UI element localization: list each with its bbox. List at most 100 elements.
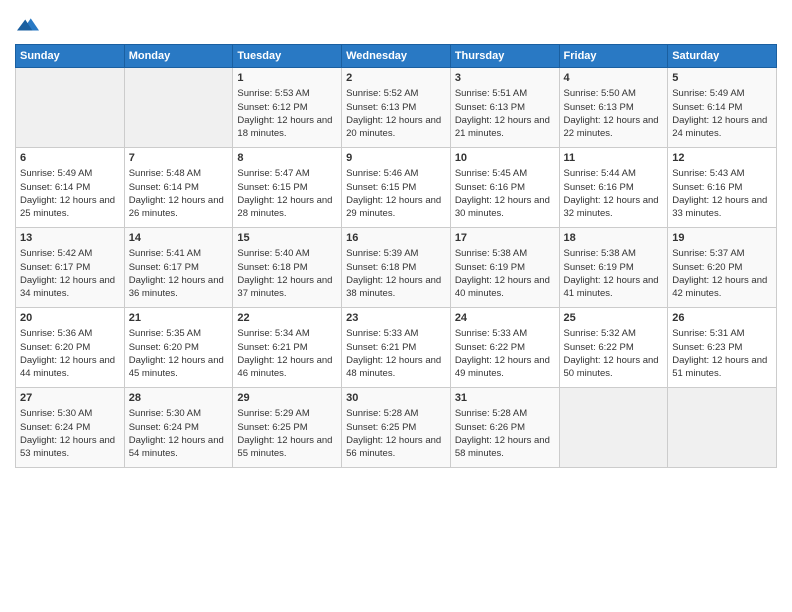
cell-content-line: Sunrise: 5:37 AM [672, 247, 772, 260]
cell-content-line: Sunrise: 5:28 AM [346, 407, 446, 420]
day-number: 2 [346, 71, 446, 86]
cell-content-line: Sunrise: 5:35 AM [129, 327, 229, 340]
cell-content-line: Daylight: 12 hours and 44 minutes. [20, 354, 120, 381]
weekday-header-saturday: Saturday [668, 45, 777, 68]
cell-content-line: Sunset: 6:14 PM [129, 181, 229, 194]
day-number: 19 [672, 231, 772, 246]
cell-content-line: Daylight: 12 hours and 21 minutes. [455, 114, 555, 141]
calendar-cell: 10Sunrise: 5:45 AMSunset: 6:16 PMDayligh… [450, 148, 559, 228]
cell-content-line: Daylight: 12 hours and 49 minutes. [455, 354, 555, 381]
cell-content-line: Sunrise: 5:32 AM [564, 327, 664, 340]
cell-content-line: Daylight: 12 hours and 28 minutes. [237, 194, 337, 221]
cell-content-line: Sunrise: 5:29 AM [237, 407, 337, 420]
calendar-cell: 22Sunrise: 5:34 AMSunset: 6:21 PMDayligh… [233, 308, 342, 388]
weekday-header-friday: Friday [559, 45, 668, 68]
calendar-cell: 28Sunrise: 5:30 AMSunset: 6:24 PMDayligh… [124, 388, 233, 468]
cell-content-line: Sunrise: 5:51 AM [455, 87, 555, 100]
cell-content-line: Daylight: 12 hours and 58 minutes. [455, 434, 555, 461]
cell-content-line: Sunset: 6:26 PM [455, 421, 555, 434]
cell-content-line: Sunset: 6:14 PM [20, 181, 120, 194]
cell-content-line: Sunset: 6:20 PM [129, 341, 229, 354]
header [15, 10, 777, 36]
week-row-2: 6Sunrise: 5:49 AMSunset: 6:14 PMDaylight… [16, 148, 777, 228]
calendar-cell [559, 388, 668, 468]
cell-content-line: Sunset: 6:21 PM [346, 341, 446, 354]
cell-content-line: Daylight: 12 hours and 18 minutes. [237, 114, 337, 141]
day-number: 30 [346, 391, 446, 406]
week-row-4: 20Sunrise: 5:36 AMSunset: 6:20 PMDayligh… [16, 308, 777, 388]
logo [15, 14, 39, 36]
calendar-cell: 7Sunrise: 5:48 AMSunset: 6:14 PMDaylight… [124, 148, 233, 228]
cell-content-line: Sunset: 6:18 PM [237, 261, 337, 274]
calendar-cell: 30Sunrise: 5:28 AMSunset: 6:25 PMDayligh… [342, 388, 451, 468]
calendar-table: SundayMondayTuesdayWednesdayThursdayFrid… [15, 44, 777, 468]
cell-content-line: Daylight: 12 hours and 40 minutes. [455, 274, 555, 301]
day-number: 16 [346, 231, 446, 246]
cell-content-line: Sunrise: 5:33 AM [455, 327, 555, 340]
cell-content-line: Daylight: 12 hours and 56 minutes. [346, 434, 446, 461]
day-number: 24 [455, 311, 555, 326]
page: SundayMondayTuesdayWednesdayThursdayFrid… [0, 0, 792, 612]
day-number: 22 [237, 311, 337, 326]
cell-content-line: Daylight: 12 hours and 30 minutes. [455, 194, 555, 221]
cell-content-line: Sunrise: 5:49 AM [672, 87, 772, 100]
cell-content-line: Daylight: 12 hours and 20 minutes. [346, 114, 446, 141]
cell-content-line: Daylight: 12 hours and 37 minutes. [237, 274, 337, 301]
day-number: 3 [455, 71, 555, 86]
week-row-1: 1Sunrise: 5:53 AMSunset: 6:12 PMDaylight… [16, 68, 777, 148]
cell-content-line: Sunrise: 5:49 AM [20, 167, 120, 180]
calendar-cell: 11Sunrise: 5:44 AMSunset: 6:16 PMDayligh… [559, 148, 668, 228]
weekday-header-row: SundayMondayTuesdayWednesdayThursdayFrid… [16, 45, 777, 68]
calendar-cell: 4Sunrise: 5:50 AMSunset: 6:13 PMDaylight… [559, 68, 668, 148]
calendar-cell: 24Sunrise: 5:33 AMSunset: 6:22 PMDayligh… [450, 308, 559, 388]
day-number: 20 [20, 311, 120, 326]
weekday-header-wednesday: Wednesday [342, 45, 451, 68]
calendar-cell: 25Sunrise: 5:32 AMSunset: 6:22 PMDayligh… [559, 308, 668, 388]
cell-content-line: Sunset: 6:13 PM [346, 101, 446, 114]
cell-content-line: Sunset: 6:18 PM [346, 261, 446, 274]
cell-content-line: Sunset: 6:17 PM [129, 261, 229, 274]
logo-icon [17, 14, 39, 36]
cell-content-line: Sunrise: 5:34 AM [237, 327, 337, 340]
calendar-cell: 12Sunrise: 5:43 AMSunset: 6:16 PMDayligh… [668, 148, 777, 228]
calendar-cell: 9Sunrise: 5:46 AMSunset: 6:15 PMDaylight… [342, 148, 451, 228]
day-number: 8 [237, 151, 337, 166]
cell-content-line: Daylight: 12 hours and 48 minutes. [346, 354, 446, 381]
weekday-header-tuesday: Tuesday [233, 45, 342, 68]
cell-content-line: Sunset: 6:15 PM [237, 181, 337, 194]
cell-content-line: Daylight: 12 hours and 24 minutes. [672, 114, 772, 141]
logo-text [15, 14, 39, 36]
calendar-cell: 27Sunrise: 5:30 AMSunset: 6:24 PMDayligh… [16, 388, 125, 468]
cell-content-line: Sunset: 6:22 PM [455, 341, 555, 354]
cell-content-line: Sunrise: 5:33 AM [346, 327, 446, 340]
cell-content-line: Sunrise: 5:46 AM [346, 167, 446, 180]
cell-content-line: Sunrise: 5:48 AM [129, 167, 229, 180]
calendar-cell: 8Sunrise: 5:47 AMSunset: 6:15 PMDaylight… [233, 148, 342, 228]
day-number: 27 [20, 391, 120, 406]
day-number: 26 [672, 311, 772, 326]
cell-content-line: Sunrise: 5:38 AM [455, 247, 555, 260]
cell-content-line: Sunset: 6:22 PM [564, 341, 664, 354]
week-row-5: 27Sunrise: 5:30 AMSunset: 6:24 PMDayligh… [16, 388, 777, 468]
weekday-header-sunday: Sunday [16, 45, 125, 68]
cell-content-line: Sunrise: 5:31 AM [672, 327, 772, 340]
cell-content-line: Sunrise: 5:40 AM [237, 247, 337, 260]
cell-content-line: Sunrise: 5:45 AM [455, 167, 555, 180]
cell-content-line: Sunrise: 5:41 AM [129, 247, 229, 260]
cell-content-line: Daylight: 12 hours and 33 minutes. [672, 194, 772, 221]
weekday-header-thursday: Thursday [450, 45, 559, 68]
cell-content-line: Sunset: 6:24 PM [129, 421, 229, 434]
day-number: 11 [564, 151, 664, 166]
cell-content-line: Daylight: 12 hours and 38 minutes. [346, 274, 446, 301]
calendar-cell: 15Sunrise: 5:40 AMSunset: 6:18 PMDayligh… [233, 228, 342, 308]
day-number: 25 [564, 311, 664, 326]
cell-content-line: Daylight: 12 hours and 51 minutes. [672, 354, 772, 381]
week-row-3: 13Sunrise: 5:42 AMSunset: 6:17 PMDayligh… [16, 228, 777, 308]
day-number: 13 [20, 231, 120, 246]
cell-content-line: Sunrise: 5:28 AM [455, 407, 555, 420]
calendar-cell: 16Sunrise: 5:39 AMSunset: 6:18 PMDayligh… [342, 228, 451, 308]
cell-content-line: Sunset: 6:16 PM [672, 181, 772, 194]
day-number: 9 [346, 151, 446, 166]
cell-content-line: Daylight: 12 hours and 54 minutes. [129, 434, 229, 461]
day-number: 6 [20, 151, 120, 166]
